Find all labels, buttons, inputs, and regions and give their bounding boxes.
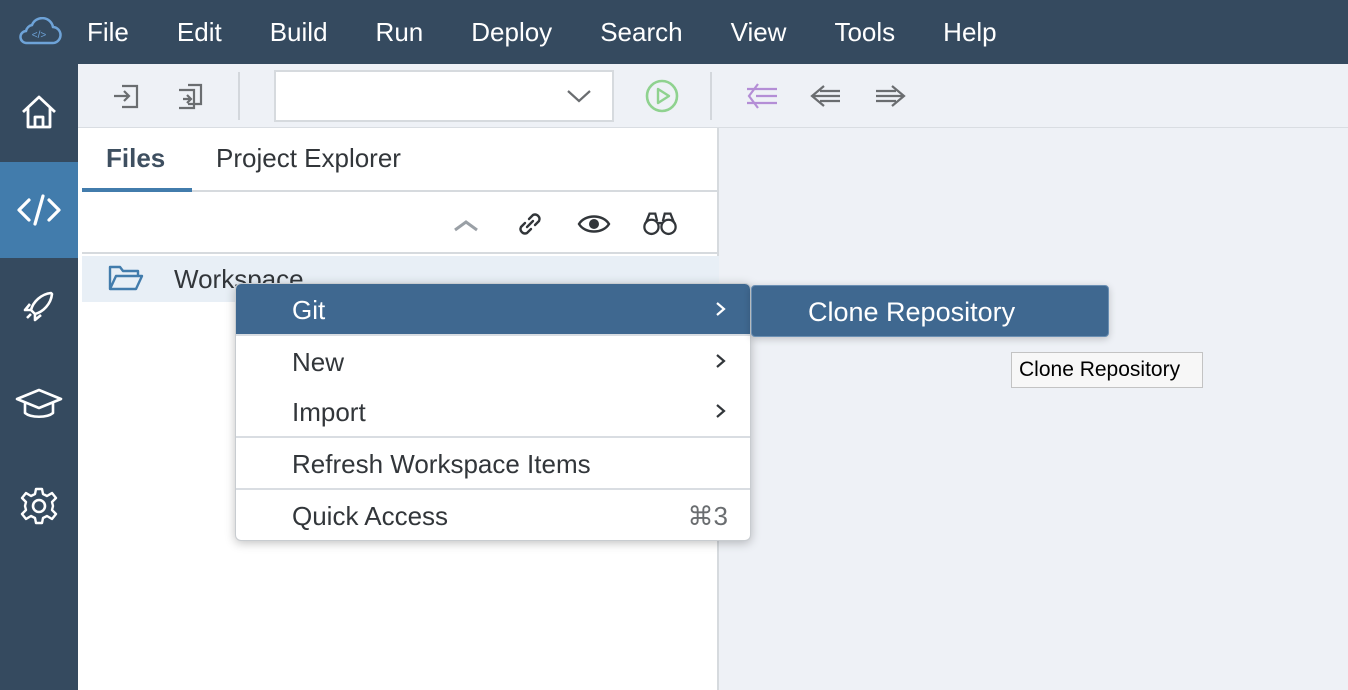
menu-view[interactable]: View xyxy=(731,17,787,48)
keyboard-shortcut: ⌘3 xyxy=(687,501,728,531)
chevron-down-icon xyxy=(567,90,591,103)
panel-toolbar xyxy=(82,192,719,254)
folder-open-icon xyxy=(108,264,144,297)
collapse-compare-icon[interactable] xyxy=(744,78,780,114)
chevron-right-icon xyxy=(716,354,726,368)
panel-tabs: Files Project Explorer xyxy=(82,128,719,192)
chevron-right-icon xyxy=(716,404,726,418)
context-menu: Git New Import Refresh Workspace Items Q… xyxy=(235,283,751,541)
menu-search[interactable]: Search xyxy=(600,17,682,48)
menu-item-label: Quick Access xyxy=(292,501,449,531)
eye-icon[interactable] xyxy=(576,206,612,242)
context-menu-item-refresh[interactable]: Refresh Workspace Items xyxy=(236,438,750,488)
menu-build[interactable]: Build xyxy=(270,17,328,48)
graduation-cap-icon xyxy=(15,388,63,419)
tooltip: Clone Repository xyxy=(1011,352,1203,388)
sidebar-item-learning[interactable] xyxy=(0,356,78,452)
menu-item-label: Refresh Workspace Items xyxy=(292,449,591,479)
menu-item-label: New xyxy=(292,347,345,377)
import-icon[interactable] xyxy=(108,78,144,114)
sidebar-item-home[interactable] xyxy=(0,64,78,160)
run-configuration-select[interactable] xyxy=(274,70,614,122)
menu-item-label: Git xyxy=(292,295,326,325)
run-icon[interactable] xyxy=(644,78,680,114)
home-icon xyxy=(22,95,56,129)
export-icon[interactable] xyxy=(172,78,208,114)
menu-run[interactable]: Run xyxy=(376,17,424,48)
collapse-all-icon[interactable] xyxy=(448,206,484,242)
forward-arrow-icon[interactable] xyxy=(872,78,908,114)
sidebar xyxy=(0,64,78,690)
tab-files[interactable]: Files xyxy=(106,143,165,174)
tab-project-explorer[interactable]: Project Explorer xyxy=(216,143,401,174)
context-menu-item-quick-access[interactable]: Quick Access ⌘3 xyxy=(236,490,750,540)
binoculars-icon[interactable] xyxy=(642,206,678,242)
menu-item-label: Import xyxy=(292,397,366,427)
cloud-code-icon[interactable]: </> xyxy=(0,0,78,64)
context-menu-item-new[interactable]: New xyxy=(236,336,750,386)
back-arrow-icon[interactable] xyxy=(808,78,844,114)
menu-tools[interactable]: Tools xyxy=(834,17,895,48)
menu-help[interactable]: Help xyxy=(943,17,996,48)
submenu-item-label: Clone Repository xyxy=(808,297,1016,327)
menu-bar: </> File Edit Build Run Deploy Search Vi… xyxy=(0,0,1348,64)
menu-deploy[interactable]: Deploy xyxy=(471,17,552,48)
menu-file[interactable]: File xyxy=(87,17,129,48)
code-icon xyxy=(17,194,61,226)
chevron-right-icon xyxy=(716,302,726,316)
svg-text:</>: </> xyxy=(32,30,47,41)
context-menu-item-import[interactable]: Import xyxy=(236,386,750,436)
submenu-item-clone-repository[interactable]: Clone Repository xyxy=(751,285,1109,337)
context-menu-item-git[interactable]: Git xyxy=(236,284,750,334)
link-icon[interactable] xyxy=(512,206,548,242)
rocket-icon xyxy=(23,291,54,322)
gear-icon xyxy=(20,487,58,525)
sidebar-item-deploy[interactable] xyxy=(0,258,78,354)
sidebar-item-development[interactable] xyxy=(0,162,78,258)
toolbar xyxy=(78,64,1348,128)
sidebar-item-settings[interactable] xyxy=(0,458,78,554)
menu-edit[interactable]: Edit xyxy=(177,17,222,48)
